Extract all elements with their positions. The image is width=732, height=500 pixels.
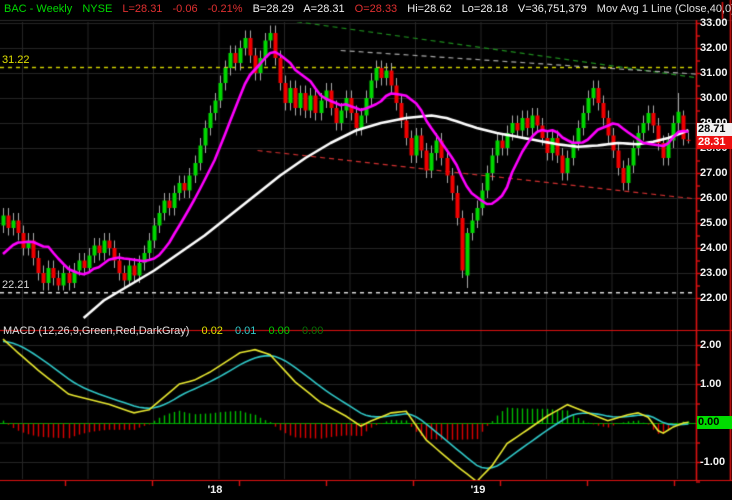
macd-settings-label: MACD (12,26,9,Green,Red,DarkGray)	[3, 325, 190, 337]
open-price: O=28.33	[354, 3, 398, 15]
ask-price: A=28.31	[303, 3, 345, 15]
macd-axis-label: -1.00	[700, 456, 726, 468]
exchange-label: NYSE	[82, 3, 113, 15]
ma40-price-marker: 28.71	[697, 123, 732, 136]
moving-average-setting: Mov Avg 1 Line (Close,40,0)	[596, 3, 732, 15]
price-axis-label: 24.00	[700, 242, 728, 254]
macd-hist-prev-value: 0.00	[301, 325, 324, 337]
support-level-label: 22.21	[2, 279, 30, 291]
macd-indicator-header: MACD (12,26,9,Green,Red,DarkGray) 0.02 0…	[3, 325, 332, 337]
price-axis-label: 33.00	[700, 17, 728, 29]
macd-signal-value: 0.01	[235, 325, 257, 337]
macd-axis-label: 2.00	[700, 339, 722, 351]
quote-header: BAC - Weekly NYSE L=28.31 -0.06 -0.21% B…	[4, 3, 732, 15]
last-price: L=28.31	[122, 3, 163, 15]
macd-zero-marker: 0.00	[697, 416, 732, 429]
resistance-level-label: 31.22	[2, 54, 30, 66]
percent-change: -0.21%	[207, 3, 243, 15]
low-price: Lo=28.18	[461, 3, 508, 15]
macd-hist-value: 0.00	[268, 325, 290, 337]
price-axis-label: 22.00	[700, 292, 728, 304]
volume: V=36,751,379	[517, 3, 587, 15]
price-axis-label: 27.00	[700, 167, 728, 179]
macd-axis-label: 1.00	[700, 378, 722, 390]
macd-value: 0.02	[201, 325, 223, 337]
price-axis-label: 25.00	[700, 217, 728, 229]
price-axis-label: 31.00	[700, 67, 728, 79]
price-axis-label: 30.00	[700, 92, 728, 104]
chart-canvas[interactable]	[0, 0, 732, 500]
year-axis-label-2019: '19	[470, 484, 486, 496]
price-axis-label: 23.00	[700, 267, 728, 279]
high-price: Hi=28.62	[407, 3, 452, 15]
price-axis-label: 26.00	[700, 192, 728, 204]
last-price-marker: 28.31	[697, 136, 732, 149]
net-change: -0.06	[172, 3, 198, 15]
year-axis-label-2018: '18	[207, 484, 223, 496]
bid-price: B=28.29	[252, 3, 294, 15]
symbol-timeframe: BAC - Weekly	[4, 3, 73, 15]
trading-chart-window: BAC - Weekly NYSE L=28.31 -0.06 -0.21% B…	[0, 0, 732, 500]
price-axis-label: 32.00	[700, 42, 728, 54]
